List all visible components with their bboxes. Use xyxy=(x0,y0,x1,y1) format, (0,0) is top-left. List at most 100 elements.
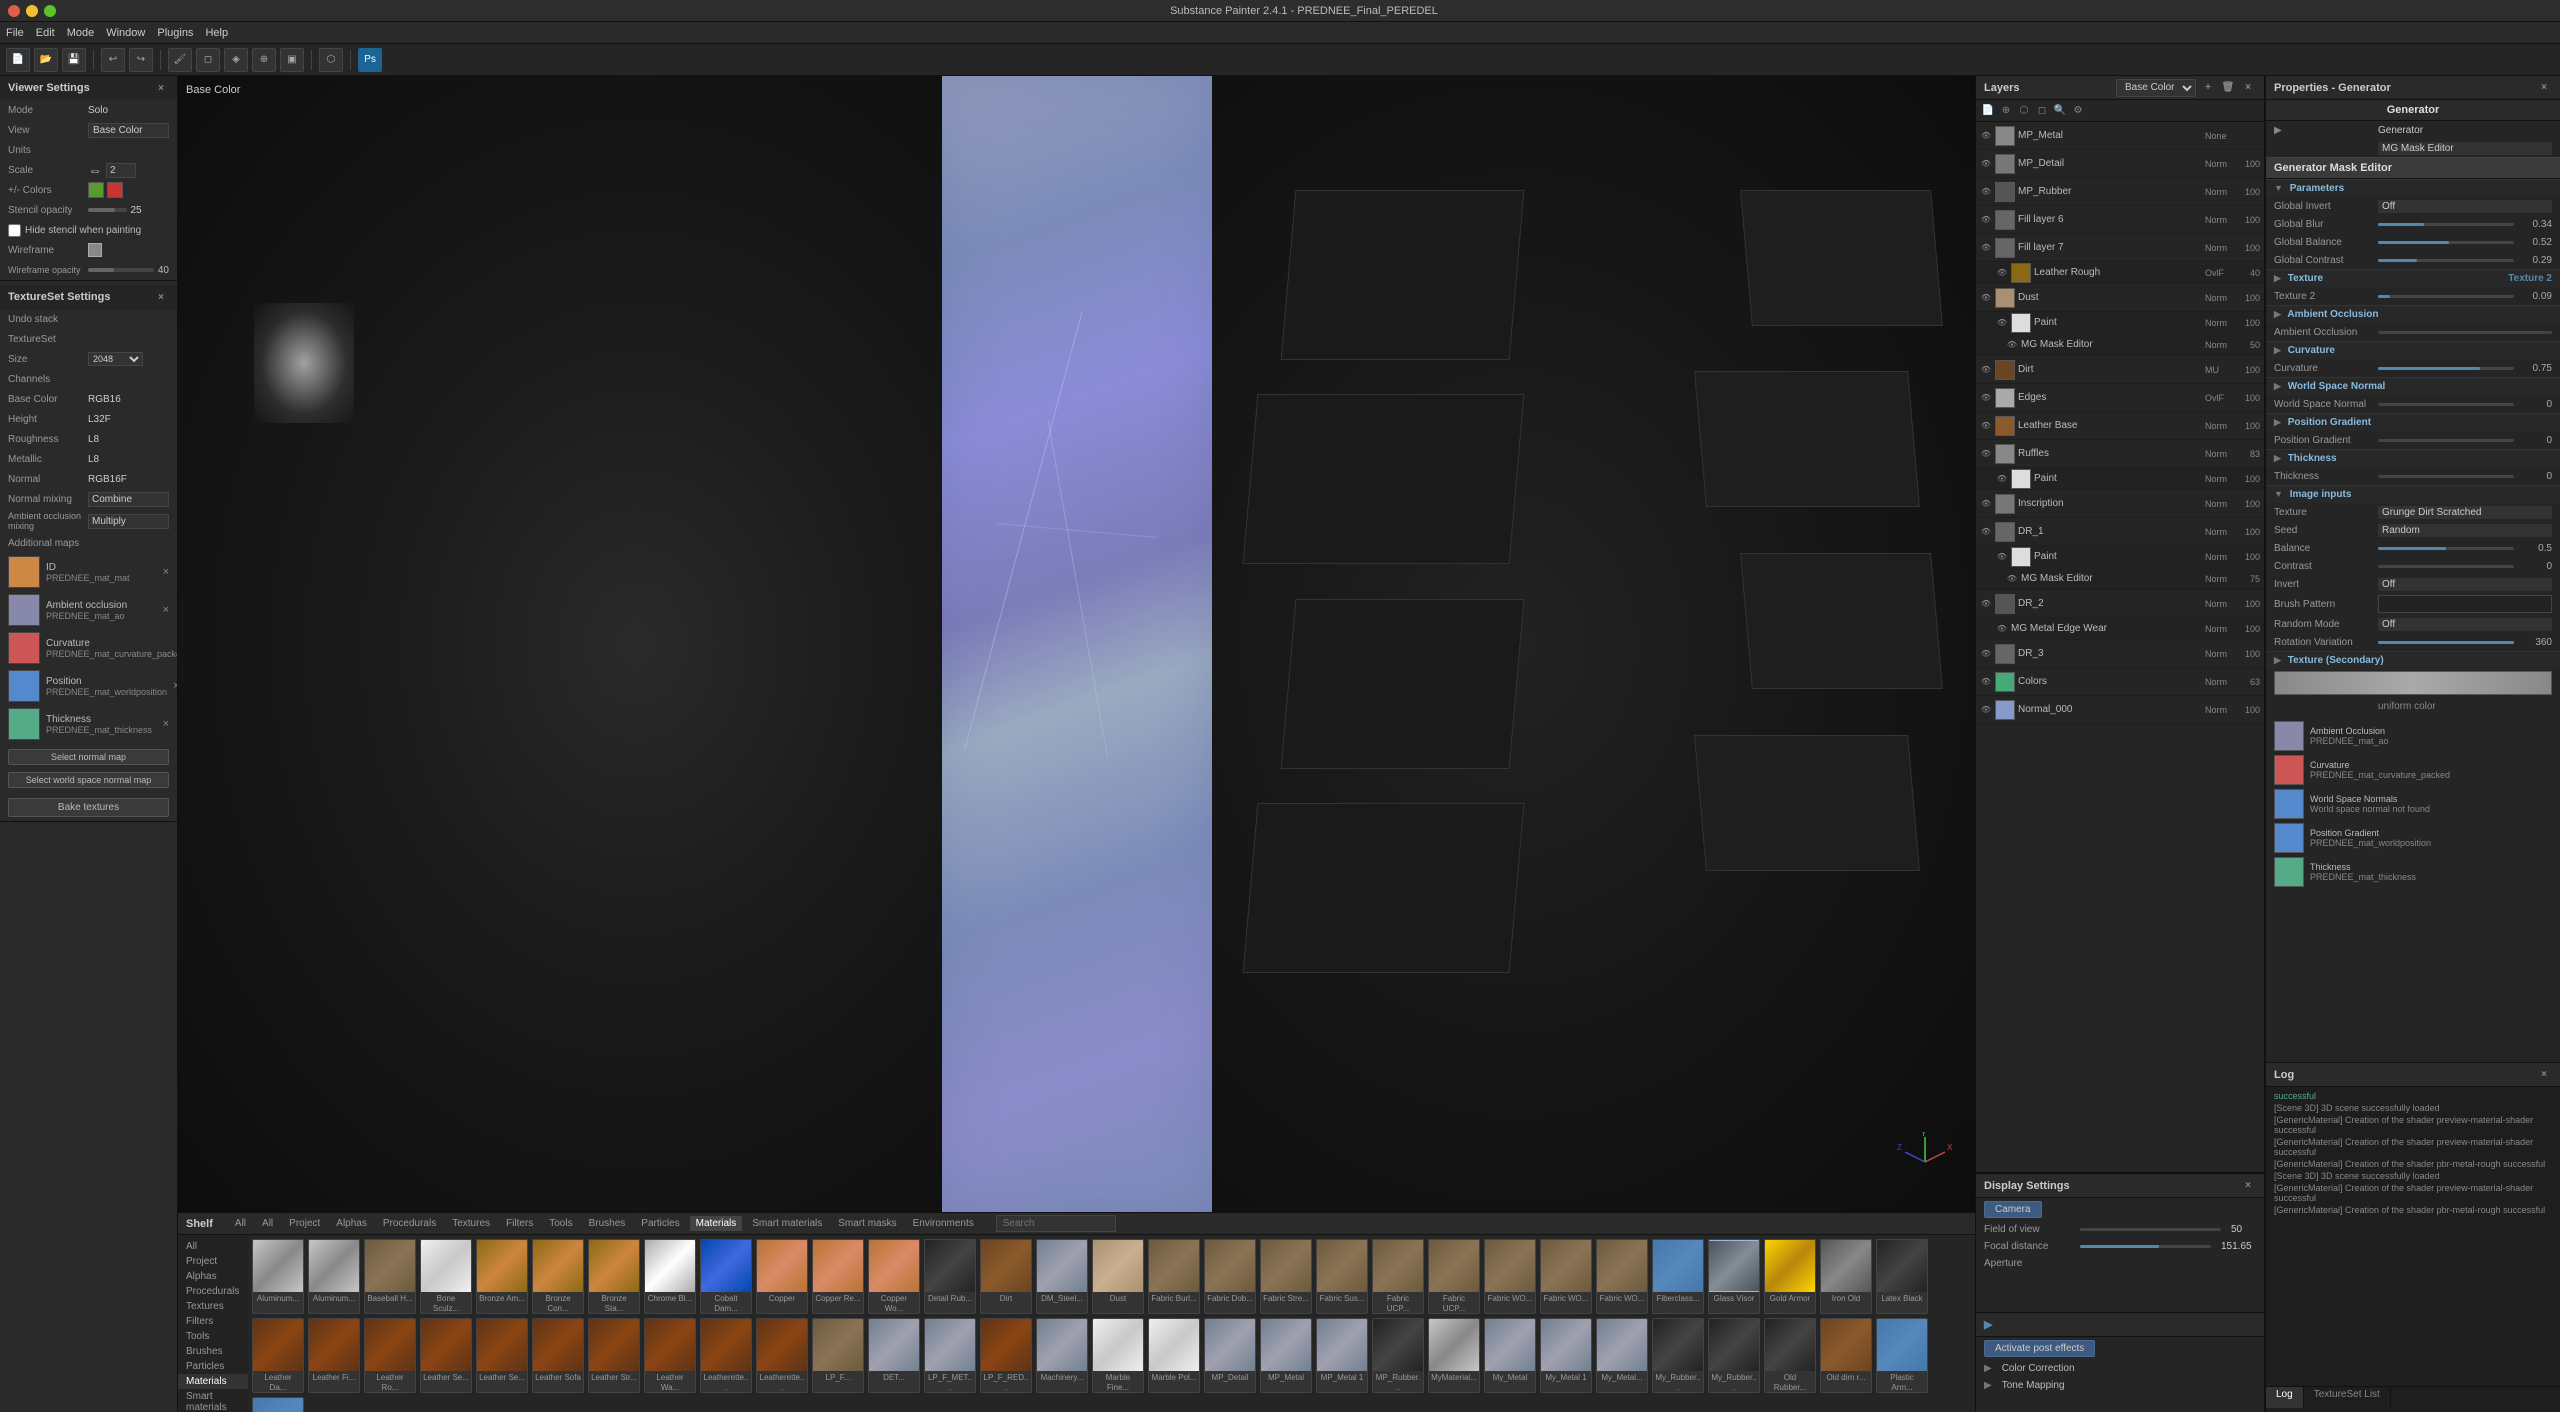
layer-visibility-icon[interactable]: 👁 xyxy=(1980,158,1992,170)
log-tab-textureset[interactable]: TextureSet List xyxy=(2304,1387,2391,1408)
texture2-slider[interactable] xyxy=(2378,295,2514,298)
material-thumb[interactable]: LP_F_MET... xyxy=(924,1318,976,1393)
shelf-cat-textures[interactable]: Textures xyxy=(178,1299,248,1314)
fov-slider[interactable] xyxy=(2080,1228,2221,1231)
layer-item[interactable]: 👁Leather BaseNorm100 xyxy=(1976,412,2264,440)
material-thumb[interactable]: Leather Sofa xyxy=(532,1318,584,1393)
layer-item[interactable]: 👁MP_RubberNorm100 xyxy=(1976,178,2264,206)
map-remove-btn[interactable]: × xyxy=(163,566,169,578)
layer-item[interactable]: 👁EdgesOvlF100 xyxy=(1976,384,2264,412)
layer-item[interactable]: 👁MG Metal Edge WearNorm100 xyxy=(1976,618,2264,640)
layer-item[interactable]: 👁DR_1Norm100 xyxy=(1976,518,2264,546)
wireframe-opacity-slider[interactable] xyxy=(88,268,154,272)
material-thumb[interactable]: Latex Black xyxy=(1876,1239,1928,1314)
layer-visibility-icon[interactable]: 👁 xyxy=(1980,392,1992,404)
shelf-cat-procedurals[interactable]: Procedurals xyxy=(178,1284,248,1299)
material-thumb[interactable]: Bronze Am... xyxy=(476,1239,528,1314)
layers-scroll[interactable]: 👁MP_MetalNone👁MP_DetailNorm100👁MP_Rubber… xyxy=(1976,122,2264,1172)
menu-plugins[interactable]: Plugins xyxy=(157,27,193,39)
layer-item[interactable]: 👁DR_3Norm100 xyxy=(1976,640,2264,668)
material-thumb[interactable]: MyMaterial... xyxy=(1428,1318,1480,1393)
layer-visibility-icon[interactable]: 👁 xyxy=(1996,623,2008,635)
shelf-tab-materials[interactable]: Materials xyxy=(690,1216,743,1231)
material-thumb[interactable]: Fabric Sus... xyxy=(1316,1239,1368,1314)
balance-slider[interactable] xyxy=(2378,547,2514,550)
layer-item[interactable]: 👁DirtMU100 xyxy=(1976,356,2264,384)
layer-item[interactable]: 👁MP_MetalNone xyxy=(1976,122,2264,150)
log-close[interactable]: × xyxy=(2536,1067,2552,1083)
shelf-tab-environments[interactable]: Environments xyxy=(907,1216,980,1231)
shelf-tab-smart-materials[interactable]: Smart materials xyxy=(746,1216,828,1231)
material-thumb[interactable]: My_Rubber... xyxy=(1652,1318,1704,1393)
thickness-slider[interactable] xyxy=(2378,475,2514,478)
layer-item[interactable]: 👁MG Mask EditorNorm50 xyxy=(1976,334,2264,356)
shelf-cat-materials[interactable]: Materials xyxy=(178,1374,248,1389)
focal-slider[interactable] xyxy=(2080,1245,2211,1248)
layer-visibility-icon[interactable]: 👁 xyxy=(1980,526,1992,538)
layer-visibility-icon[interactable]: 👁 xyxy=(2006,339,2018,351)
material-thumb[interactable]: MP_Rubber... xyxy=(1372,1318,1424,1393)
layer-visibility-icon[interactable]: 👁 xyxy=(1996,473,2008,485)
layers-add-btn[interactable]: + xyxy=(2200,80,2216,96)
material-thumb[interactable]: Chrome Bl... xyxy=(644,1239,696,1314)
global-balance-slider[interactable] xyxy=(2378,241,2514,244)
map-remove-btn[interactable]: × xyxy=(163,718,169,730)
layer-visibility-icon[interactable]: 👁 xyxy=(1980,704,1992,716)
material-thumb[interactable]: Leatherette... xyxy=(756,1318,808,1393)
hide-stencil-row[interactable]: Hide stencil when painting xyxy=(0,220,177,240)
layer-item[interactable]: 👁PaintNorm100 xyxy=(1976,468,2264,490)
shelf-tab-project[interactable]: Project xyxy=(283,1216,326,1231)
layer-visibility-icon[interactable]: 👁 xyxy=(1980,186,1992,198)
bake-textures-btn[interactable]: Bake textures xyxy=(8,798,169,817)
layers-toolbar-btn5[interactable]: 🔍 xyxy=(2052,103,2068,119)
layer-visibility-icon[interactable]: 👁 xyxy=(1980,598,1992,610)
menu-window[interactable]: Window xyxy=(106,27,145,39)
new-button[interactable]: 📄 xyxy=(6,48,30,72)
shelf-tab-smart-masks[interactable]: Smart masks xyxy=(832,1216,902,1231)
redo-button[interactable]: ↪ xyxy=(129,48,153,72)
layer-item[interactable]: 👁MP_DetailNorm100 xyxy=(1976,150,2264,178)
layer-visibility-icon[interactable]: 👁 xyxy=(1980,364,1992,376)
layers-close-btn[interactable]: × xyxy=(2240,80,2256,96)
shelf-cat-all[interactable]: All xyxy=(178,1239,248,1254)
layer-item[interactable]: 👁PaintNorm100 xyxy=(1976,546,2264,568)
material-thumb[interactable]: Fabric UCP... xyxy=(1428,1239,1480,1314)
material-thumb[interactable]: Leather Str... xyxy=(588,1318,640,1393)
contrast-slider[interactable] xyxy=(2378,565,2514,568)
position-slider[interactable] xyxy=(2378,439,2514,442)
shelf-tab-brushes[interactable]: Brushes xyxy=(583,1216,632,1231)
shelf-tab-textures[interactable]: Textures xyxy=(446,1216,496,1231)
layer-visibility-icon[interactable]: 👁 xyxy=(1996,267,2008,279)
shelf-tab-tools[interactable]: Tools xyxy=(543,1216,578,1231)
material-thumb[interactable]: Fiberclass... xyxy=(1652,1239,1704,1314)
layer-item[interactable]: 👁MG Mask EditorNorm75 xyxy=(1976,568,2264,590)
material-thumb[interactable]: Bone Sculz... xyxy=(420,1239,472,1314)
material-thumb[interactable]: My_Metal... xyxy=(1596,1318,1648,1393)
shelf-tab-procedurals[interactable]: Procedurals xyxy=(377,1216,442,1231)
material-thumb[interactable]: Leather Ro... xyxy=(364,1318,416,1393)
shelf-tab-all[interactable]: All xyxy=(229,1216,252,1231)
material-thumb[interactable]: Fabric Burl... xyxy=(1148,1239,1200,1314)
material-thumb[interactable]: Fabric WO... xyxy=(1484,1239,1536,1314)
material-thumb[interactable]: Leather Se... xyxy=(420,1318,472,1393)
shelf-cat-alphas[interactable]: Alphas xyxy=(178,1269,248,1284)
size-select[interactable]: 2048 4096 1024 xyxy=(88,352,143,366)
open-button[interactable]: 📂 xyxy=(34,48,58,72)
display-settings-close[interactable]: × xyxy=(2240,1178,2256,1194)
material-thumb[interactable]: Plastic Smo... xyxy=(252,1397,304,1412)
layer-visibility-icon[interactable]: 👁 xyxy=(1980,648,1992,660)
material-thumb[interactable]: Detail Rub... xyxy=(924,1239,976,1314)
layer-visibility-icon[interactable]: 👁 xyxy=(1980,676,1992,688)
material-thumb[interactable]: Machinery... xyxy=(1036,1318,1088,1393)
material-thumb[interactable]: Aluminum... xyxy=(308,1239,360,1314)
layer-visibility-icon[interactable]: 👁 xyxy=(1996,317,2008,329)
global-blur-slider[interactable] xyxy=(2378,223,2514,226)
scale-input[interactable] xyxy=(106,163,136,178)
rotation-variation-slider[interactable] xyxy=(2378,641,2514,644)
material-thumb[interactable]: Copper Re... xyxy=(812,1239,864,1314)
material-thumb[interactable]: Old dirn r... xyxy=(1820,1318,1872,1393)
layer-item[interactable]: 👁ColorsNorm63 xyxy=(1976,668,2264,696)
material-thumb[interactable]: LP_F_RED... xyxy=(980,1318,1032,1393)
properties-close[interactable]: × xyxy=(2536,80,2552,96)
activate-post-effects-btn[interactable]: Activate post effects xyxy=(1984,1340,2095,1357)
